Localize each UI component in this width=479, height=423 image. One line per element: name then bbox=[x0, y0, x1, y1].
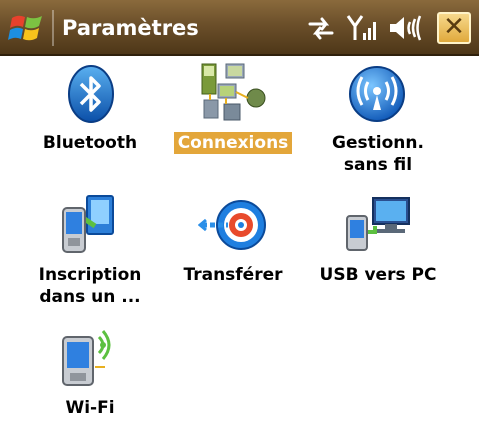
tile-wireless-manager[interactable]: Gestionn. sans fil bbox=[303, 58, 453, 178]
beam-transfer-icon bbox=[198, 200, 266, 250]
tile-label: Transférer bbox=[183, 265, 283, 285]
wifi-icon bbox=[62, 330, 111, 386]
tile-usb-to-pc[interactable]: USB vers PC bbox=[303, 190, 453, 300]
tile-label-line-1: Inscription bbox=[38, 265, 142, 285]
network-sync-icon[interactable] bbox=[306, 13, 336, 43]
tile-domain-enroll[interactable]: Inscription dans un ... bbox=[15, 190, 165, 315]
tile-label: USB vers PC bbox=[319, 265, 437, 285]
tile-label-line-2: sans fil bbox=[343, 155, 413, 175]
tile-label: Connexions bbox=[158, 132, 308, 154]
tile-bluetooth[interactable]: Bluetooth bbox=[15, 58, 165, 178]
usb-to-pc-icon bbox=[346, 197, 410, 251]
wireless-manager-icon bbox=[349, 66, 405, 122]
tile-label-line-2: dans un ... bbox=[39, 287, 141, 307]
tile-connections[interactable]: Connexions bbox=[158, 58, 308, 178]
tile-beam-transfer[interactable]: Transférer bbox=[158, 190, 308, 300]
close-button[interactable]: ✕ bbox=[437, 12, 471, 44]
title-separator bbox=[52, 10, 54, 46]
close-icon: ✕ bbox=[443, 12, 465, 42]
tile-label: Wi-Fi bbox=[65, 398, 115, 418]
domain-enroll-icon bbox=[62, 195, 114, 253]
bluetooth-icon bbox=[68, 65, 114, 123]
connections-icon bbox=[201, 63, 266, 121]
windows-start-icon[interactable] bbox=[8, 9, 46, 47]
selected-label: Connexions bbox=[173, 132, 293, 154]
tile-wifi[interactable]: Wi-Fi bbox=[15, 325, 165, 423]
volume-icon[interactable] bbox=[388, 13, 426, 43]
title-bar: Paramètres ✕ bbox=[0, 0, 479, 56]
tile-label: Bluetooth bbox=[42, 133, 138, 153]
tile-label-line-1: Gestionn. bbox=[332, 133, 424, 153]
page-title: Paramètres bbox=[62, 16, 199, 40]
signal-strength-icon[interactable] bbox=[346, 13, 378, 43]
